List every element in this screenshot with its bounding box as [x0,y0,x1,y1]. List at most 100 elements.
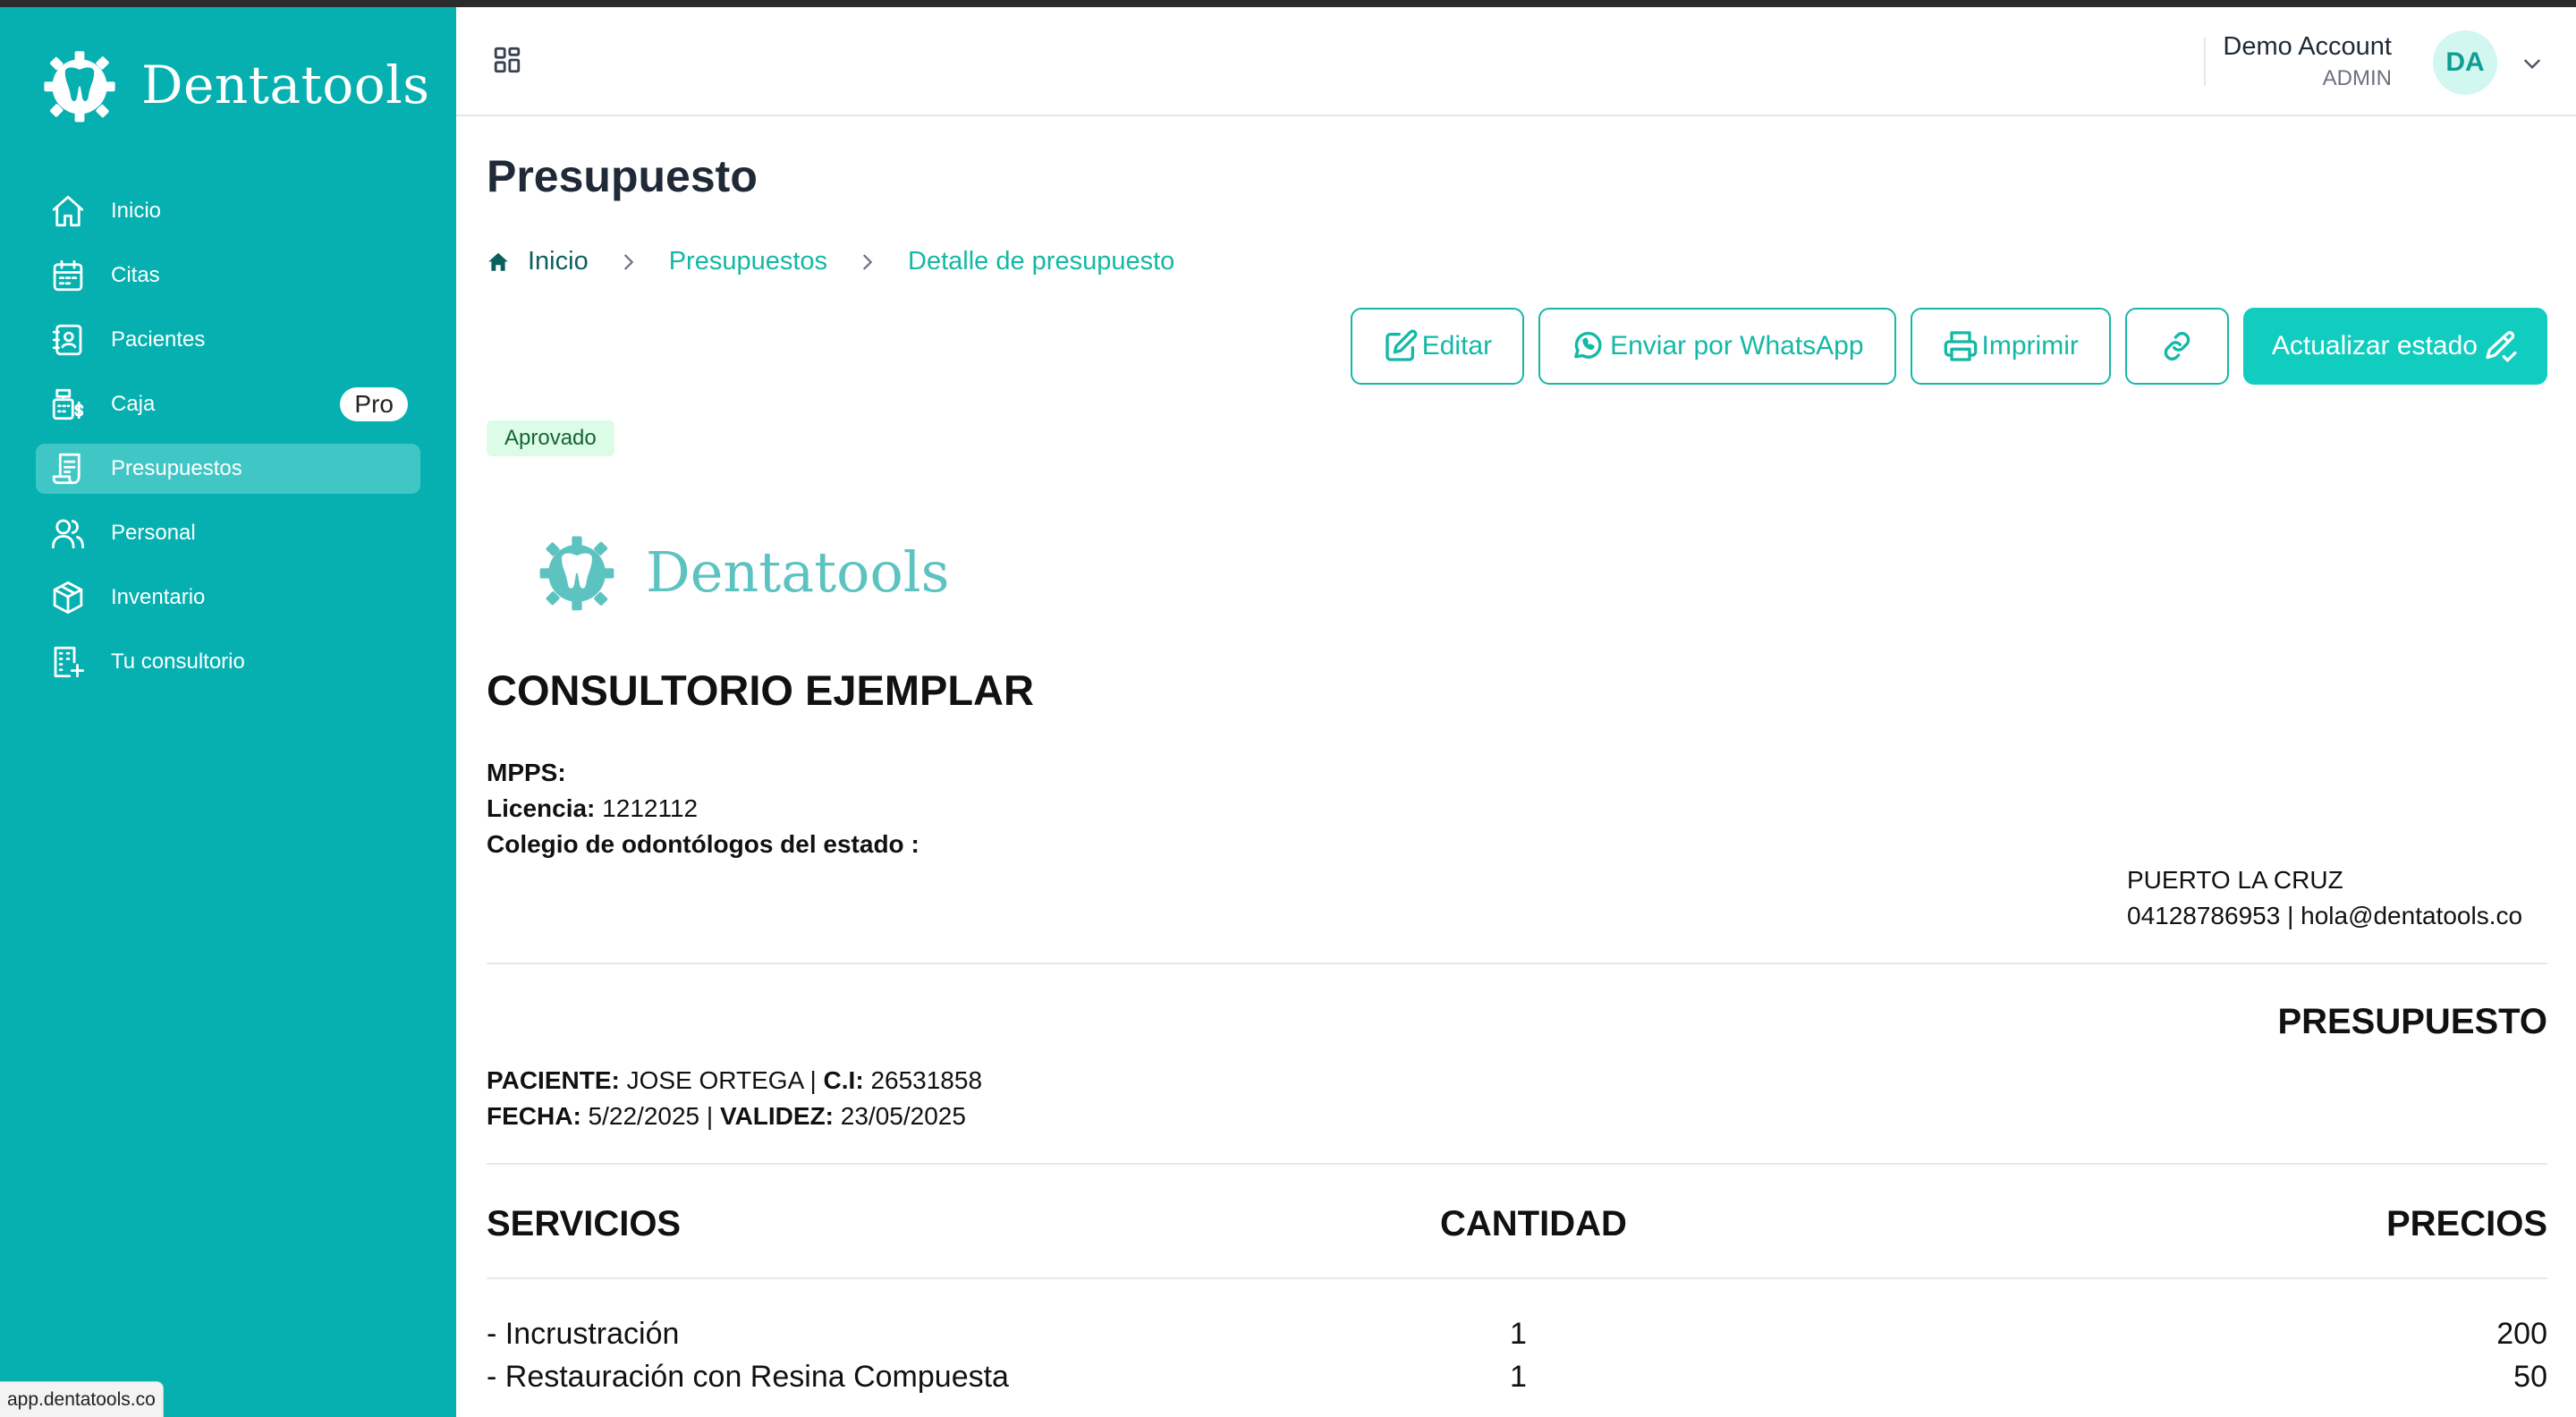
sidebar-nav: Inicio Citas Pacientes Caja Pro Presupue… [36,186,420,701]
ci-value: 26531858 [870,1066,983,1094]
sidebar-item-personal[interactable]: Personal [36,508,420,558]
users-icon [48,513,88,553]
table-row-service: - Restauración con Resina Compuesta [487,1360,1009,1394]
license-value: 1212112 [602,794,699,822]
receipt-icon [48,449,88,488]
mpps-label: MPPS: [487,759,566,786]
college-label: Colegio de odontólogos del estado : [487,830,919,858]
date-line: FECHA: 5/22/2025 | VALIDEZ: 23/05/2025 [487,1102,966,1131]
edit-button-label: Editar [1421,331,1493,361]
column-header-quantity: CANTIDAD [1440,1204,1627,1243]
brand-name: Dentatools [141,55,430,115]
table-row-service: - Incrustración [487,1317,680,1351]
table-row-quantity: 1 [1510,1317,1527,1351]
validity-label: VALIDEZ: [719,1102,834,1130]
action-toolbar: Editar Enviar por WhatsApp Imprimir Actu… [1350,308,2547,385]
date-value: 5/22/2025 [588,1102,700,1130]
update-status-button-label: Actualizar estado [2271,331,2478,361]
chevron-down-icon[interactable] [2521,52,2544,75]
whatsapp-button-label: Enviar por WhatsApp [1610,331,1864,361]
cash-register-icon [48,385,88,424]
home-icon [488,252,508,271]
copy-link-button[interactable] [2124,308,2229,385]
date-label: FECHA: [487,1102,581,1130]
sidebar-item-presupuestos[interactable]: Presupuestos [36,444,420,494]
brand-logo[interactable]: Dentatools [39,45,430,125]
document-logo-name: Dentatools [646,539,950,605]
sidebar-item-label: Inventario [111,585,206,609]
header-divider [2204,38,2206,86]
update-status-button[interactable]: Actualizar estado [2242,308,2547,385]
user-role: ADMIN [2322,66,2392,90]
document-logo: Dentatools [535,530,949,614]
sidebar-item-inicio[interactable]: Inicio [36,186,420,236]
breadcrumb-item-presupuestos[interactable]: Presupuestos [669,247,827,276]
calendar-icon [48,256,88,295]
sidebar-item-label: Caja [111,392,156,416]
patient-label: PACIENTE: [487,1066,620,1094]
print-button-label: Imprimir [1981,331,2079,361]
sidebar-item-caja[interactable]: Caja Pro [36,379,420,429]
license-label: Licencia: [487,794,596,822]
validity-value: 23/05/2025 [840,1102,966,1130]
tooth-gear-logo-icon [44,51,115,123]
top-header: Demo Account ADMIN DA [456,7,2576,116]
separator: | [706,1102,720,1130]
sidebar: Dentatools Inicio Citas Pacientes Caja P… [0,7,456,1417]
divider [487,963,2547,964]
home-icon [48,191,88,231]
breadcrumb: Inicio Presupuestos Detalle de presupues… [487,247,1174,276]
contacts-icon [48,320,88,360]
sidebar-item-label: Inicio [111,199,162,223]
breadcrumb-home[interactable]: Inicio [487,247,589,276]
chevron-right-icon [863,254,873,269]
sidebar-item-label: Citas [111,263,160,287]
page-title: Presupuesto [487,151,758,201]
breadcrumb-item-detalle[interactable]: Detalle de presupuesto [908,247,1174,276]
college-line: Colegio de odontólogos del estado : [487,830,919,859]
window-top-bar [0,0,2576,7]
column-header-services: SERVICIOS [487,1204,682,1243]
sidebar-item-label: Presupuestos [111,456,242,480]
sidebar-item-citas[interactable]: Citas [36,250,420,301]
building-icon [48,642,88,682]
edit-icon [1385,329,1418,361]
table-row-quantity: 1 [1510,1360,1527,1394]
breadcrumb-item-inicio[interactable]: Inicio [528,247,589,276]
status-bar-url: app.dentatools.co [0,1381,164,1417]
sidebar-item-label: Pacientes [111,327,206,352]
sidebar-item-label: Personal [111,521,196,545]
sidebar-item-pacientes[interactable]: Pacientes [36,315,420,365]
whatsapp-icon [1574,331,1602,359]
box-icon [48,578,88,617]
tooth-gear-logo-icon [539,536,614,611]
apps-grid-icon[interactable] [492,45,522,75]
sidebar-item-inventario[interactable]: Inventario [36,573,420,623]
column-header-prices: PRECIOS [2385,1204,2547,1243]
avatar[interactable]: DA [2433,30,2497,95]
divider [487,1277,2547,1279]
sidebar-item-label: Tu consultorio [111,649,245,674]
ci-label: C.I: [823,1066,864,1094]
patient-name: JOSE ORTEGA [626,1066,803,1094]
link-icon [2164,332,2190,361]
sidebar-item-tu-consultorio[interactable]: Tu consultorio [36,637,420,687]
edit-button[interactable]: Editar [1350,308,1525,385]
print-button[interactable]: Imprimir [1910,308,2111,385]
pro-badge: Pro [340,387,408,421]
whatsapp-button[interactable]: Enviar por WhatsApp [1538,308,1896,385]
mpps-line: MPPS: [487,759,566,787]
user-name[interactable]: Demo Account [2223,32,2392,62]
clinic-contact: 04128786953 | hola@dentatools.co [2127,902,2523,929]
clinic-city: PUERTO LA CRUZ [2127,866,2343,894]
separator: | [809,1066,824,1094]
patient-line: PACIENTE: JOSE ORTEGA | C.I: 26531858 [487,1066,982,1095]
divider [487,1163,2547,1165]
clinic-name: CONSULTORIO EJEMPLAR [487,666,1034,714]
table-row-price: 200 [2496,1317,2547,1351]
table-row-price: 50 [2513,1360,2547,1394]
printer-icon [1944,331,1977,361]
pencil-check-icon [2486,331,2517,362]
status-badge: Aprovado [487,420,614,456]
document-type: PRESUPUESTO [2277,1002,2547,1041]
